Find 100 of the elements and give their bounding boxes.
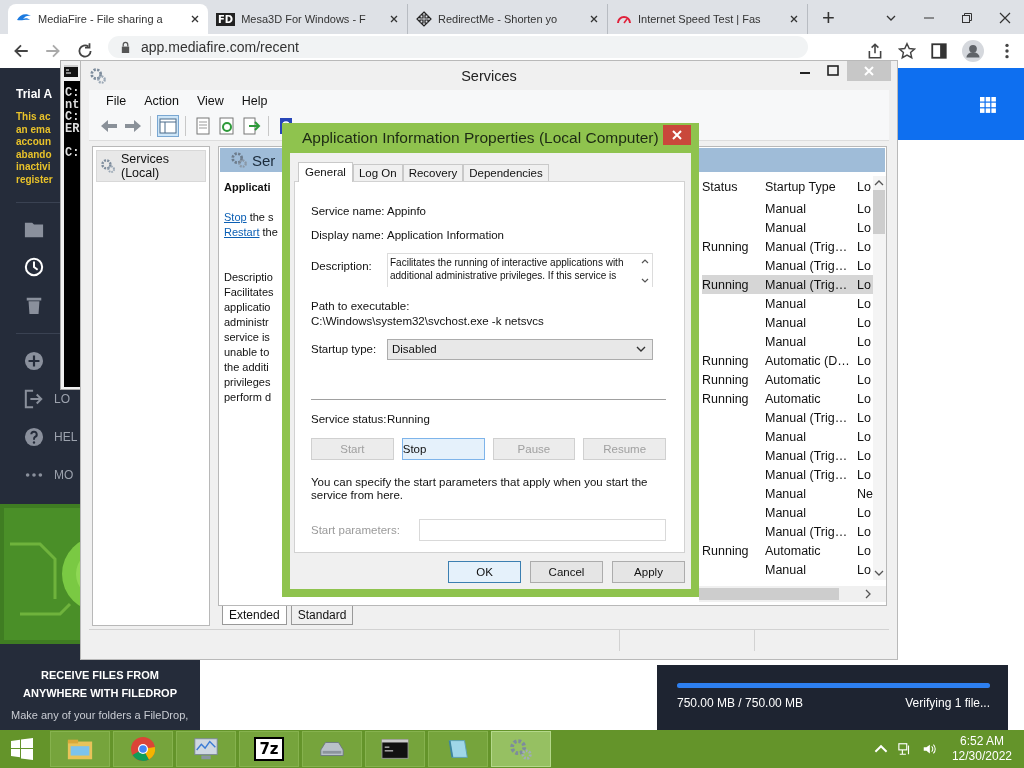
dialog-button[interactable]: Apply xyxy=(612,561,685,583)
table-cell: Lo xyxy=(857,258,871,273)
dialog-button[interactable]: Cancel xyxy=(530,561,603,583)
share-icon[interactable] xyxy=(866,42,884,60)
scroll-up-icon[interactable] xyxy=(874,179,885,187)
action-link[interactable]: Stop xyxy=(224,210,247,225)
refresh-icon[interactable] xyxy=(217,116,237,136)
taskbar-button[interactable]: 7z xyxy=(239,731,299,767)
console-tree-icon[interactable] xyxy=(158,116,178,136)
close-icon[interactable] xyxy=(999,12,1011,24)
side-panel-icon[interactable] xyxy=(930,42,948,60)
menu-item[interactable]: View xyxy=(187,94,233,108)
scrollbar[interactable] xyxy=(873,176,886,580)
start-icon[interactable] xyxy=(10,737,34,761)
table-row[interactable]: Manual (Trig… Lo xyxy=(702,256,873,275)
browser-tab[interactable]: RedirectMe - Shorten yo xyxy=(408,4,608,34)
dialog-tab[interactable]: Log On xyxy=(352,164,403,181)
table-cell: Running xyxy=(702,543,749,558)
add-icon[interactable] xyxy=(24,351,44,371)
table-row[interactable]: Manual (Trig… Lo xyxy=(702,446,873,465)
scroll-thumb[interactable] xyxy=(873,190,886,234)
browser-tab[interactable]: MediaFire - File sharing a xyxy=(8,4,208,34)
dialog-tab[interactable]: Recovery xyxy=(402,164,464,181)
star-icon[interactable] xyxy=(898,42,916,60)
menu-label[interactable]: HEL xyxy=(54,430,78,444)
address-bar[interactable]: app.mediafire.com/recent xyxy=(108,36,808,58)
clock-icon[interactable] xyxy=(24,257,46,279)
table-cell: Lo xyxy=(857,448,871,463)
field-label: Service status: xyxy=(311,413,387,425)
browser-tab[interactable]: Internet Speed Test | Fas xyxy=(608,4,808,34)
apps-grid-icon[interactable] xyxy=(980,97,996,113)
scroll-down-icon[interactable] xyxy=(874,569,885,577)
close-icon[interactable] xyxy=(190,14,200,24)
table-cell: Lo xyxy=(857,353,871,368)
table-row[interactable]: Manual Lo xyxy=(702,294,873,313)
logout-icon[interactable] xyxy=(24,389,44,409)
field-value: Application Information xyxy=(387,229,504,241)
close-icon[interactable] xyxy=(389,14,399,24)
table-cell-text: Manual (Trig… xyxy=(765,239,849,254)
table-row[interactable]: Manual (Trig… Lo xyxy=(702,465,873,484)
monitor-icon xyxy=(192,736,220,762)
account-title: Trial A xyxy=(16,87,53,101)
profile-icon[interactable] xyxy=(962,40,984,62)
menu-item[interactable]: Help xyxy=(232,94,277,108)
new-tab-button[interactable]: + xyxy=(822,6,835,30)
table-row[interactable]: Manual Lo xyxy=(702,332,873,351)
table-row[interactable]: Running Manual (Trig… Lo xyxy=(702,275,873,294)
column-header[interactable]: Status xyxy=(702,179,765,194)
dialog-tab[interactable]: General xyxy=(298,162,353,182)
table-row[interactable]: Manual Lo xyxy=(702,218,873,237)
help-icon[interactable] xyxy=(24,427,44,447)
table-cell-text: Automatic xyxy=(765,543,822,558)
service-button[interactable]: Stop xyxy=(401,438,485,460)
table-row[interactable]: Running Automatic (D… Lo xyxy=(702,351,873,370)
table-row[interactable]: Running Manual (Trig… Lo xyxy=(702,237,873,256)
column-header[interactable]: Lo xyxy=(857,179,871,194)
dialog-button[interactable]: OK xyxy=(448,561,521,583)
view-tab[interactable]: Extended xyxy=(222,606,287,625)
close-icon[interactable] xyxy=(589,14,599,24)
scroll-right-icon[interactable] xyxy=(864,589,872,599)
dialog-tab[interactable]: Dependencies xyxy=(463,164,549,181)
menu-label[interactable]: LO xyxy=(54,392,70,406)
startup-type-dropdown[interactable]: Disabled xyxy=(387,338,653,360)
clock[interactable]: 6:52 AM 12/30/2022 xyxy=(951,734,1012,764)
table-row[interactable]: Manual Ne xyxy=(702,484,873,503)
column-header[interactable]: Startup Type xyxy=(765,179,857,194)
speaker-icon[interactable] xyxy=(921,742,936,756)
table-row[interactable]: Manual Lo xyxy=(702,199,873,218)
view-tab[interactable]: Standard xyxy=(290,606,354,625)
browser-tab[interactable]: FD Mesa3D For Windows - F xyxy=(208,4,408,34)
service-name: Applicati xyxy=(224,181,271,193)
reload-icon[interactable] xyxy=(76,42,94,60)
table-cell-text: Manual xyxy=(765,201,807,216)
table-row[interactable]: Manual (Trig… Lo xyxy=(702,408,873,427)
restore-icon[interactable] xyxy=(961,12,973,24)
table-row[interactable]: Manual Lo xyxy=(702,560,873,579)
tree-item[interactable]: Services (Local) xyxy=(96,150,206,182)
scroll-thumb[interactable] xyxy=(699,588,839,600)
network-icon[interactable] xyxy=(897,742,912,756)
menu-item[interactable]: File xyxy=(97,94,136,108)
table-row[interactable]: Running Automatic Lo xyxy=(702,389,873,408)
table-row[interactable]: Running Automatic Lo xyxy=(702,370,873,389)
table-row[interactable]: Manual Lo xyxy=(702,503,873,522)
action-link[interactable]: Restart xyxy=(224,225,260,240)
table-row[interactable]: Manual (Trig… Lo xyxy=(702,522,873,541)
table-row[interactable]: Running Automatic Lo xyxy=(702,541,873,560)
table-row[interactable]: Manual Lo xyxy=(702,427,873,446)
table-cell: Lo xyxy=(857,315,871,330)
close-icon[interactable] xyxy=(789,14,799,24)
console-line: C: xyxy=(64,147,80,159)
menu-label[interactable]: MO xyxy=(54,468,74,482)
menu-item[interactable]: Action xyxy=(135,94,188,108)
export-icon[interactable] xyxy=(241,116,261,136)
gear-icon xyxy=(100,158,116,174)
back-icon[interactable] xyxy=(12,42,30,60)
table-row[interactable]: Manual Lo xyxy=(702,313,873,332)
table-cell: Running xyxy=(702,239,749,254)
scrollbar[interactable] xyxy=(699,586,886,602)
description-box[interactable]: Facilitates the running of interactive applications with additional administrative privileges. If this service is xyxy=(387,253,653,287)
taskbar-button[interactable] xyxy=(365,731,425,767)
